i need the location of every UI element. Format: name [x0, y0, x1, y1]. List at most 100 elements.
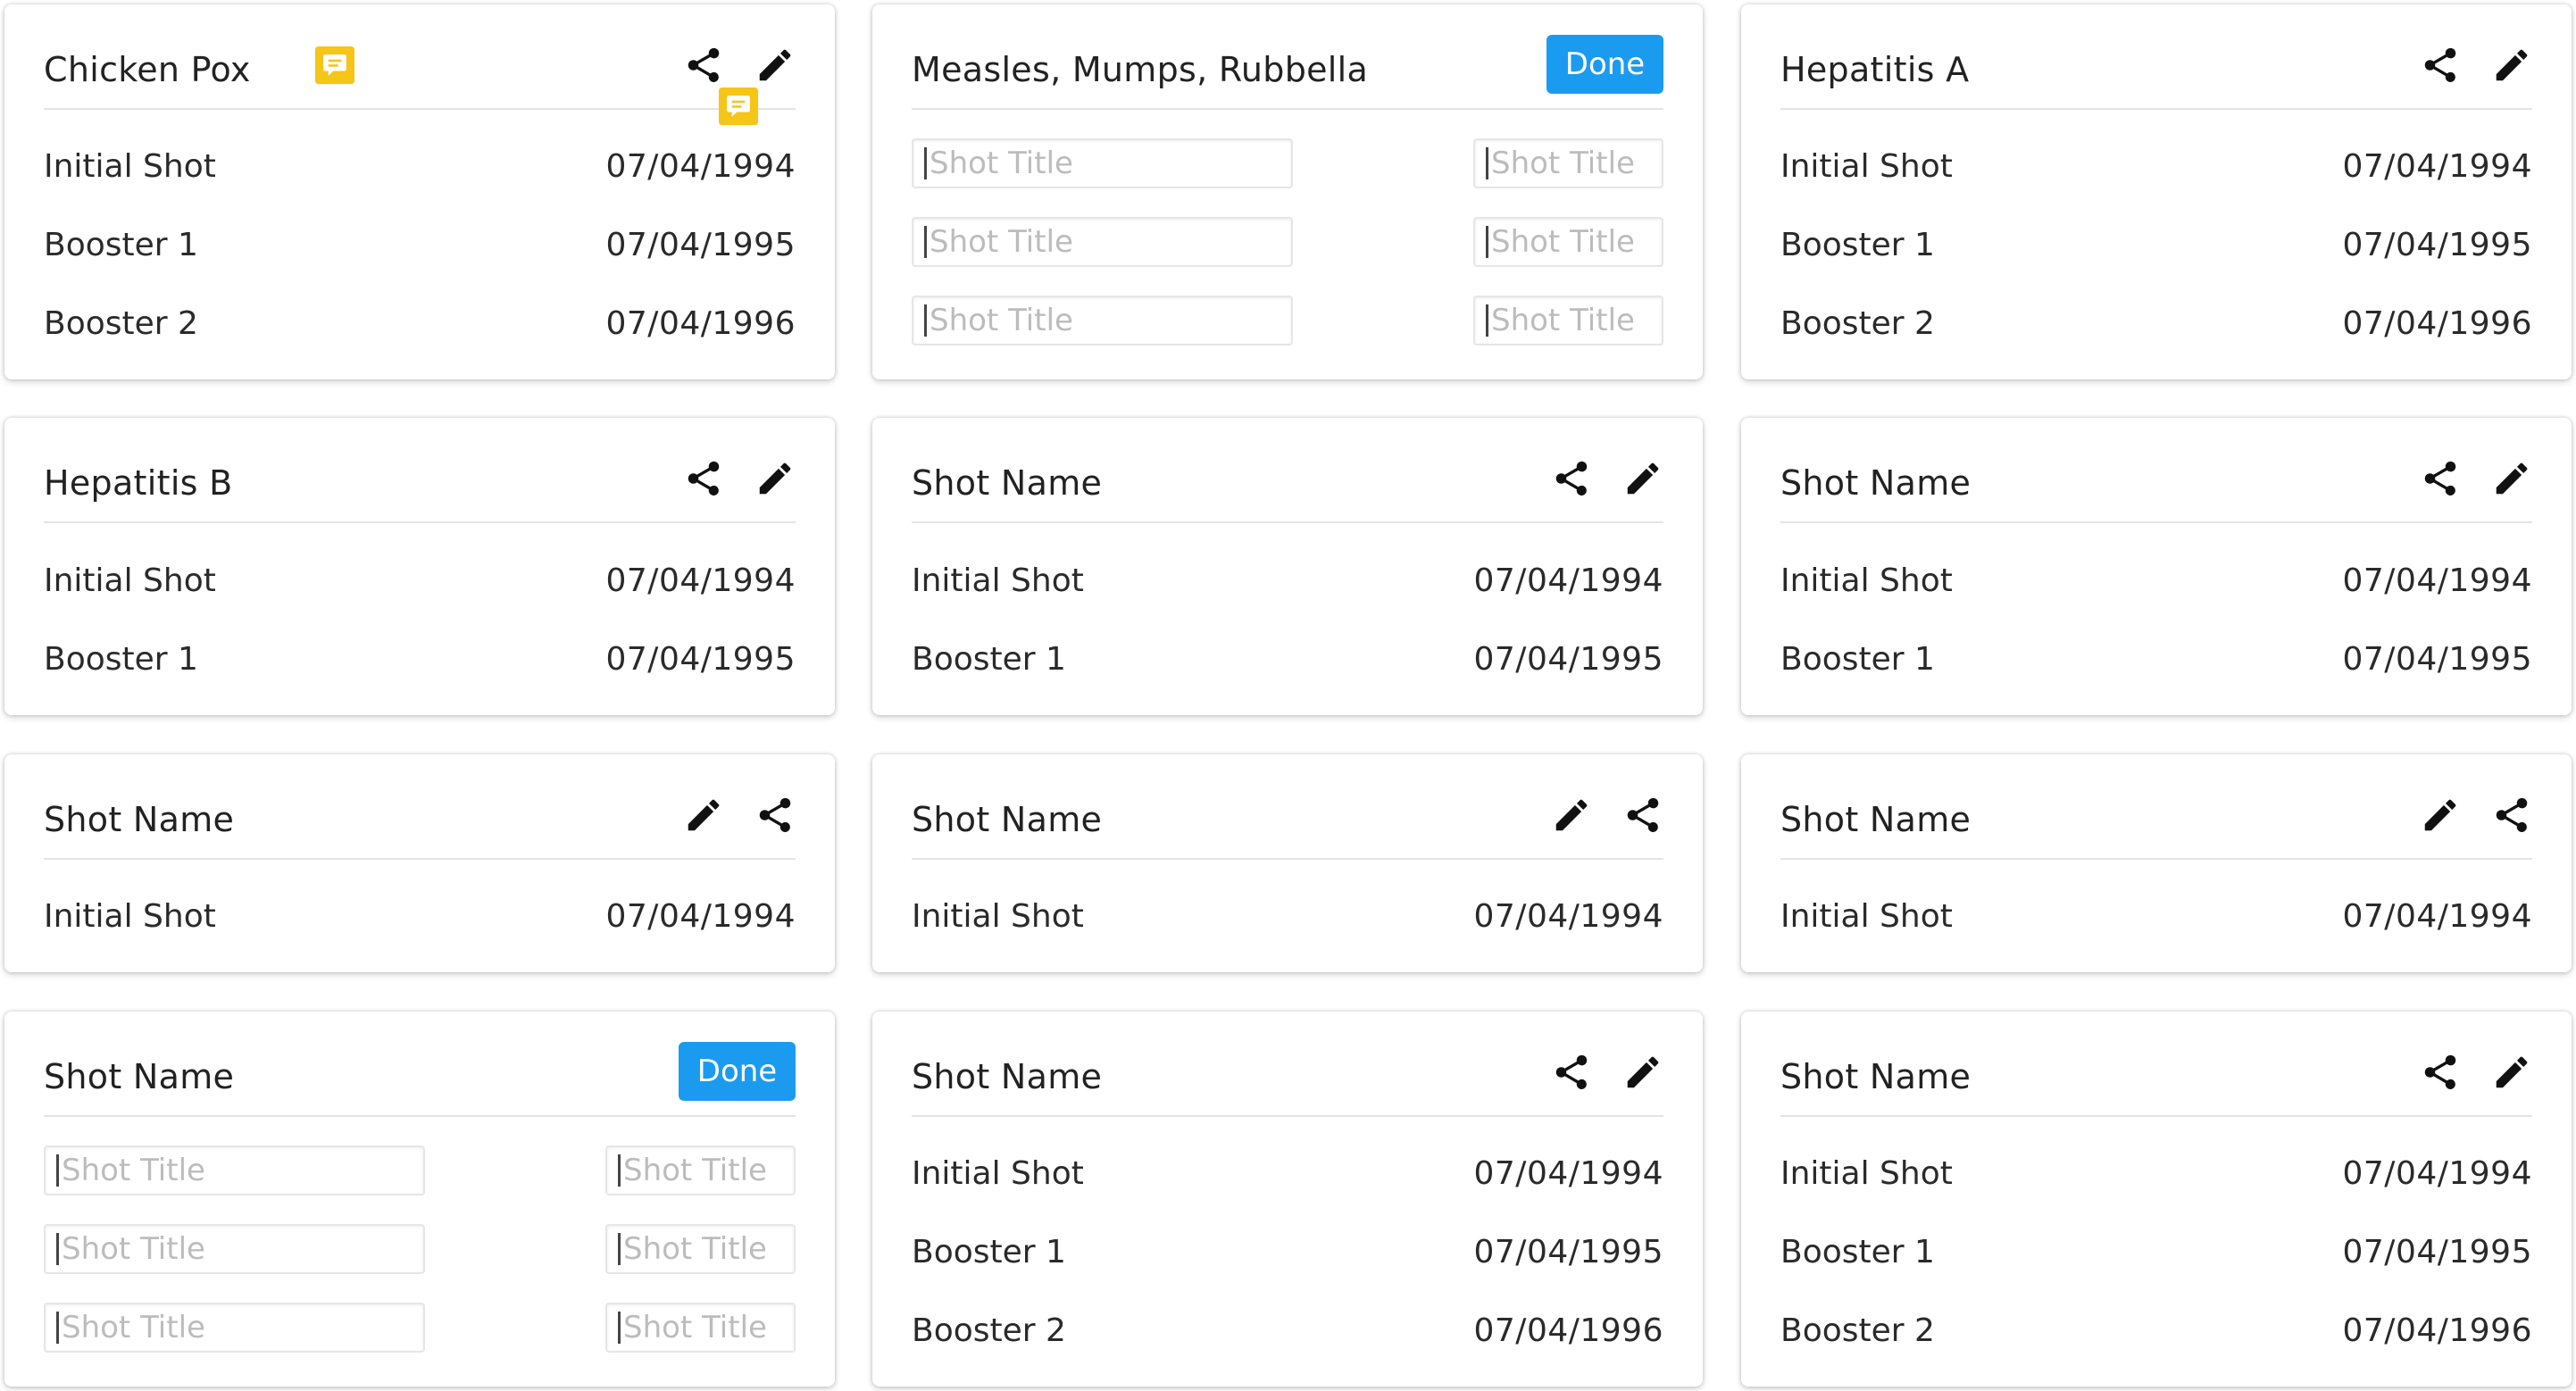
shot-row: Initial Shot 07/04/1994 [44, 898, 796, 948]
shot-row: Initial Shot 07/04/1994 [1780, 562, 2532, 612]
card-header: Shot Name [912, 418, 1663, 523]
card-header: Shot Name [912, 1012, 1663, 1117]
shot-input-row [44, 1224, 796, 1274]
shot-input-row [912, 296, 1663, 346]
shot-row: Initial Shot 07/04/1994 [1780, 148, 2532, 198]
shot-label: Booster 2 [1780, 1312, 1935, 1349]
shot-row: Initial Shot 07/04/1994 [44, 148, 796, 198]
vaccine-card: Shot Name Initial Shot 07/04/1994 Booster 1… [1741, 1012, 2572, 1387]
card-actions [1551, 457, 1663, 500]
text-cursor [924, 226, 927, 258]
pencil-icon[interactable] [683, 795, 724, 836]
card-actions [2420, 44, 2532, 87]
card-actions [1551, 1051, 1663, 1094]
comment-icon[interactable] [314, 46, 355, 86]
shot-row: Booster 2 07/04/1996 [1780, 1312, 2532, 1362]
card-actions [2420, 457, 2532, 500]
text-cursor [56, 1312, 59, 1344]
share-icon[interactable] [683, 458, 724, 499]
share-icon[interactable] [2491, 795, 2532, 836]
share-icon[interactable] [1551, 1052, 1592, 1093]
pencil-icon[interactable] [2491, 458, 2532, 499]
text-cursor [1486, 147, 1488, 179]
shot-date-input[interactable] [605, 1145, 796, 1195]
share-icon[interactable] [754, 795, 796, 836]
shot-row: Booster 1 07/04/1995 [912, 1234, 1663, 1284]
share-icon[interactable] [1551, 458, 1592, 499]
vaccine-card: Shot Name Initial Shot 07/04/1994 [4, 754, 835, 972]
shot-title-input[interactable] [44, 1303, 425, 1353]
shot-date: 07/04/1996 [2342, 305, 2532, 342]
shot-row: Booster 1 07/04/1995 [44, 227, 796, 277]
share-icon[interactable] [1622, 795, 1663, 836]
shot-title-input[interactable] [912, 138, 1293, 188]
shot-date: 07/04/1996 [1473, 1312, 1663, 1349]
text-cursor [618, 1154, 621, 1187]
shot-date-input[interactable] [605, 1303, 796, 1353]
share-icon[interactable] [2420, 1052, 2461, 1093]
shot-label: Initial Shot [1780, 1155, 1953, 1192]
shot-label: Booster 1 [1780, 641, 1935, 678]
shot-label: Initial Shot [44, 562, 216, 599]
vaccine-card: Measles, Mumps, Rubbella Done [872, 4, 1703, 379]
shot-title-input[interactable] [912, 217, 1293, 267]
shot-date: 07/04/1996 [605, 305, 796, 342]
card-title: Hepatitis A [1780, 50, 1970, 89]
shot-date: 07/04/1995 [1473, 1234, 1663, 1270]
shot-date: 07/04/1995 [2342, 1234, 2532, 1270]
card-title: Shot Name [44, 1057, 235, 1096]
card-title: Shot Name [912, 800, 1103, 839]
pencil-icon[interactable] [2491, 1052, 2532, 1093]
pencil-icon[interactable] [2420, 795, 2461, 836]
shot-label: Initial Shot [1780, 898, 1953, 935]
pencil-icon[interactable] [754, 45, 796, 86]
shot-title-input[interactable] [44, 1145, 425, 1195]
shot-row: Booster 1 07/04/1995 [44, 641, 796, 691]
share-icon[interactable] [2420, 458, 2461, 499]
shot-label: Booster 1 [44, 641, 198, 678]
pencil-icon[interactable] [1551, 795, 1592, 836]
shot-date-input[interactable] [1473, 296, 1663, 346]
shot-date: 07/04/1994 [2342, 898, 2532, 935]
card-header: Hepatitis B [44, 418, 796, 523]
card-title: Chicken Pox [44, 50, 251, 89]
pencil-icon[interactable] [2491, 45, 2532, 86]
shot-date-input[interactable] [605, 1224, 796, 1274]
done-button[interactable]: Done [1546, 35, 1663, 94]
shot-date-input[interactable] [1473, 217, 1663, 267]
vaccine-card: Shot Name Initial Shot 07/04/1994 [1741, 754, 2572, 972]
pencil-icon[interactable] [754, 458, 796, 499]
comment-icon[interactable] [718, 87, 759, 127]
shot-label: Booster 2 [1780, 305, 1935, 342]
card-header: Shot Name [1780, 418, 2532, 523]
shot-title-input[interactable] [912, 296, 1293, 346]
pencil-icon[interactable] [1622, 1052, 1663, 1093]
card-title: Hepatitis B [44, 463, 233, 503]
shot-label: Initial Shot [44, 148, 216, 185]
shot-title-input[interactable] [44, 1224, 425, 1274]
shot-label: Initial Shot [912, 1155, 1084, 1192]
done-button[interactable]: Done [679, 1042, 796, 1101]
shot-date: 07/04/1995 [2342, 227, 2532, 263]
shot-row: Booster 1 07/04/1995 [1780, 1234, 2532, 1284]
shot-date: 07/04/1994 [605, 148, 796, 185]
shot-date: 07/04/1994 [1473, 562, 1663, 599]
shot-label: Booster 1 [1780, 227, 1935, 263]
shot-date: 07/04/1994 [2342, 1155, 2532, 1192]
shot-input-row [44, 1303, 796, 1353]
shot-date: 07/04/1994 [1473, 1155, 1663, 1192]
shot-date-input[interactable] [1473, 138, 1663, 188]
card-header: Shot Name Done [44, 1012, 796, 1117]
shot-date: 07/04/1994 [605, 898, 796, 935]
shot-date: 07/04/1994 [605, 562, 796, 599]
shot-label: Booster 1 [1780, 1234, 1935, 1270]
shot-date: 07/04/1995 [2342, 641, 2532, 678]
text-cursor [618, 1233, 621, 1265]
vaccine-card: Shot Name Initial Shot 07/04/1994 Booster 1… [872, 418, 1703, 715]
card-title: Shot Name [912, 463, 1103, 503]
share-icon[interactable] [2420, 45, 2461, 86]
card-title: Shot Name [1780, 463, 1972, 503]
shot-input-row [44, 1145, 796, 1195]
pencil-icon[interactable] [1622, 458, 1663, 499]
share-icon[interactable] [683, 45, 724, 86]
